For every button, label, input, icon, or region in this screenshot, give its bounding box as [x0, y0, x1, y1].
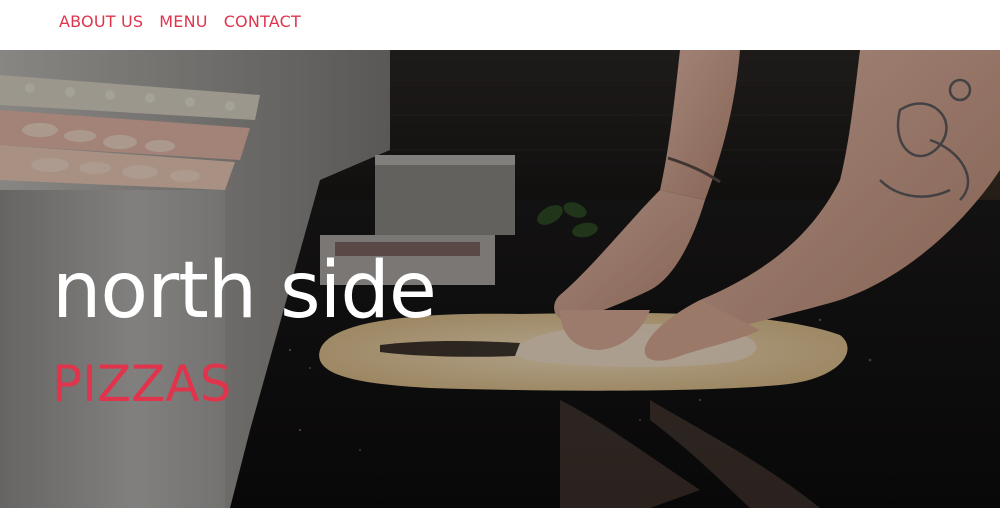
main-nav: ABOUT US MENU CONTACT [59, 12, 301, 32]
hero-banner: north side PIZZAS [0, 50, 1000, 508]
page: ABOUT US MENU CONTACT north side PIZZAS [0, 0, 1000, 508]
nav-link-about-us[interactable]: ABOUT US [59, 12, 143, 32]
hero-title: north side [52, 246, 437, 336]
nav-link-contact[interactable]: CONTACT [224, 12, 301, 32]
hero-subtitle: PIZZAS [52, 355, 232, 413]
nav-link-menu[interactable]: MENU [159, 12, 207, 32]
top-navigation-bar: ABOUT US MENU CONTACT [0, 0, 1000, 50]
